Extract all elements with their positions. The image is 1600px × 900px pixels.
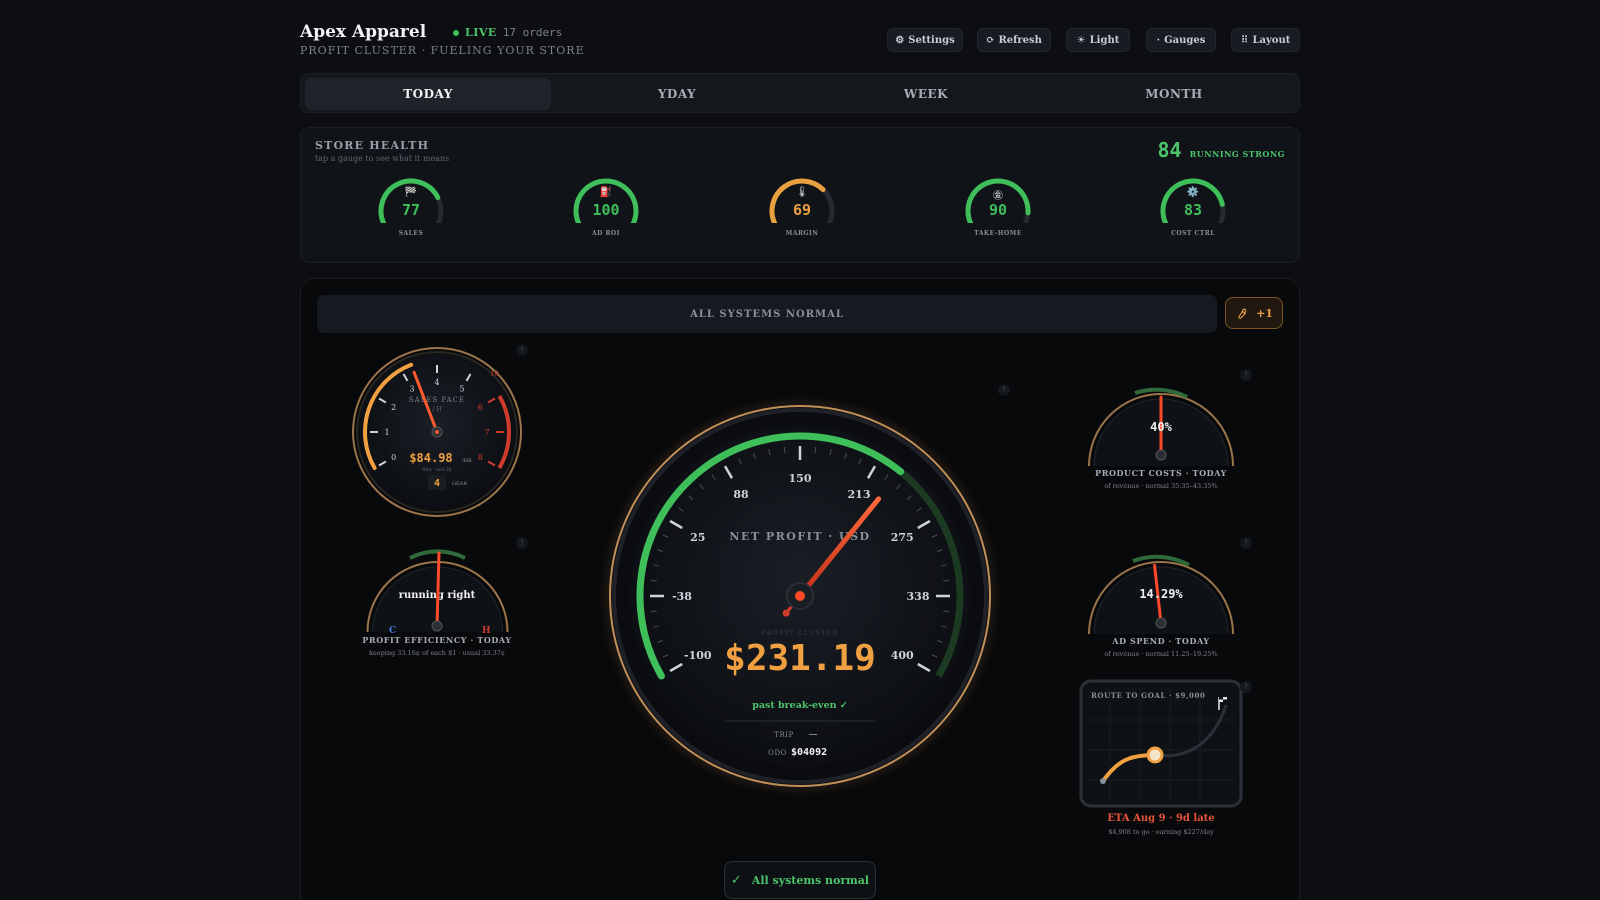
route-title: ROUTE TO GOAL · $9,000: [1091, 691, 1205, 700]
temp-title: PROFIT EFFICIENCY · TODAY: [362, 635, 511, 645]
tach-tick-label: 1: [384, 428, 389, 437]
tach-sub: 9/hr · last 3h: [422, 467, 451, 473]
net-profit-speedometer[interactable]: -100-382588150213275338400 NET PROFIT · …: [606, 402, 994, 790]
speedo-minor-tick: [943, 610, 950, 613]
speedo-tick-label: -100: [684, 649, 712, 662]
speedo-tick-label: 88: [733, 488, 749, 501]
ad-spend-title: AD SPEND · TODAY: [1111, 636, 1209, 646]
check-icon: ✓: [730, 872, 742, 888]
tach-label: SALES PACE: [409, 396, 465, 404]
tach-tick-label: 5: [459, 385, 464, 394]
tach-tick-label: 2: [391, 403, 396, 412]
help-icon[interactable]: ?: [516, 344, 528, 356]
speedo-minor-tick: [783, 446, 786, 453]
route-eta: ETA Aug 9 · 9d late: [1107, 813, 1214, 824]
trip-value: —: [809, 730, 818, 740]
tach-tick-label: 3: [409, 385, 414, 394]
speedo-minor-tick: [650, 579, 657, 582]
breakeven-status: past break-even ✓: [752, 700, 848, 711]
tach-tick-label: 8: [478, 453, 483, 462]
tach-tick-label: 6: [478, 403, 483, 412]
speedo-minor-tick: [943, 579, 950, 582]
tach-value: $84.98: [409, 451, 452, 465]
cluster-gauges: 0 1 2 3 4 5 6 7 8 10 SALES PACE / H $84.98 /HR 9/…: [352, 347, 1243, 836]
trip-label: TRIP: [774, 731, 794, 739]
system-status-pill[interactable]: ✓ All systems normal: [724, 861, 876, 899]
speedo-minor-tick: [814, 446, 817, 453]
tach-unit: / H: [432, 406, 441, 413]
speedo-tick-label: 400: [891, 649, 914, 662]
help-icon[interactable]: ?: [516, 537, 528, 549]
odo-label: ODO: [768, 749, 787, 757]
product-costs-sub: of revenue · normal 35.35–43.35%: [1104, 482, 1217, 490]
speedo-tick-label: 338: [907, 590, 930, 603]
sales-pace-gauge[interactable]: 0 1 2 3 4 5 6 7 8 10 SALES PACE / H $84.98 /HR 9/…: [352, 347, 522, 517]
tach-tick-label: 7: [484, 428, 489, 437]
odo-value: $04092: [791, 747, 827, 758]
ad-spend-sub: of revenue · normal 11.25–19.25%: [1104, 650, 1217, 658]
help-icon[interactable]: ?: [998, 384, 1010, 396]
temp-sub: keeping 33.16¢ of each $1 · usual 33.37¢: [369, 649, 505, 657]
ad-spend-gauge[interactable]: 14.29% AD SPEND · TODAY of revenue · nor…: [1088, 554, 1234, 658]
gear-label: GEAR: [452, 481, 467, 487]
route-to-goal-map[interactable]: ROUTE TO GOAL · $9,000 ETA Aug 9 · 9d la…: [1079, 679, 1243, 836]
tach-tick-label: 4: [434, 378, 439, 387]
speedo-tick-label: 25: [690, 531, 705, 544]
speedo-minor-tick: [650, 610, 657, 613]
product-costs-title: PRODUCT COSTS · TODAY: [1095, 468, 1227, 478]
help-icon[interactable]: ?: [1240, 369, 1252, 381]
speedo-small-label: PROFIT CLUSTER: [761, 630, 838, 637]
route-sub: $4,908 to go · earning $227/day: [1108, 828, 1214, 836]
gear-value: 4: [434, 478, 440, 489]
tach-tick-label: 0: [391, 453, 396, 462]
help-icon[interactable]: ?: [1240, 681, 1252, 693]
system-status-label: All systems normal: [751, 873, 870, 887]
profit-efficiency-gauge[interactable]: running right C H PROFIT EFFICIENCY · TO…: [362, 549, 511, 657]
speedo-tick-label: 275: [891, 531, 914, 544]
tach-value-unit: /HR: [462, 458, 472, 464]
product-costs-gauge[interactable]: 40% PRODUCT COSTS · TODAY of revenue · n…: [1088, 387, 1234, 490]
speedo-tick-label: 150: [789, 472, 812, 485]
ad-spend-value: 14.29%: [1139, 587, 1183, 601]
speedo-tick-label: -38: [672, 590, 692, 603]
tach-redline-label: 10: [490, 370, 499, 378]
product-costs-value: 40%: [1150, 420, 1172, 434]
net-profit-value: $231.19: [724, 638, 876, 679]
speedo-tick-label: 213: [848, 488, 871, 501]
help-icon[interactable]: ?: [1240, 537, 1252, 549]
